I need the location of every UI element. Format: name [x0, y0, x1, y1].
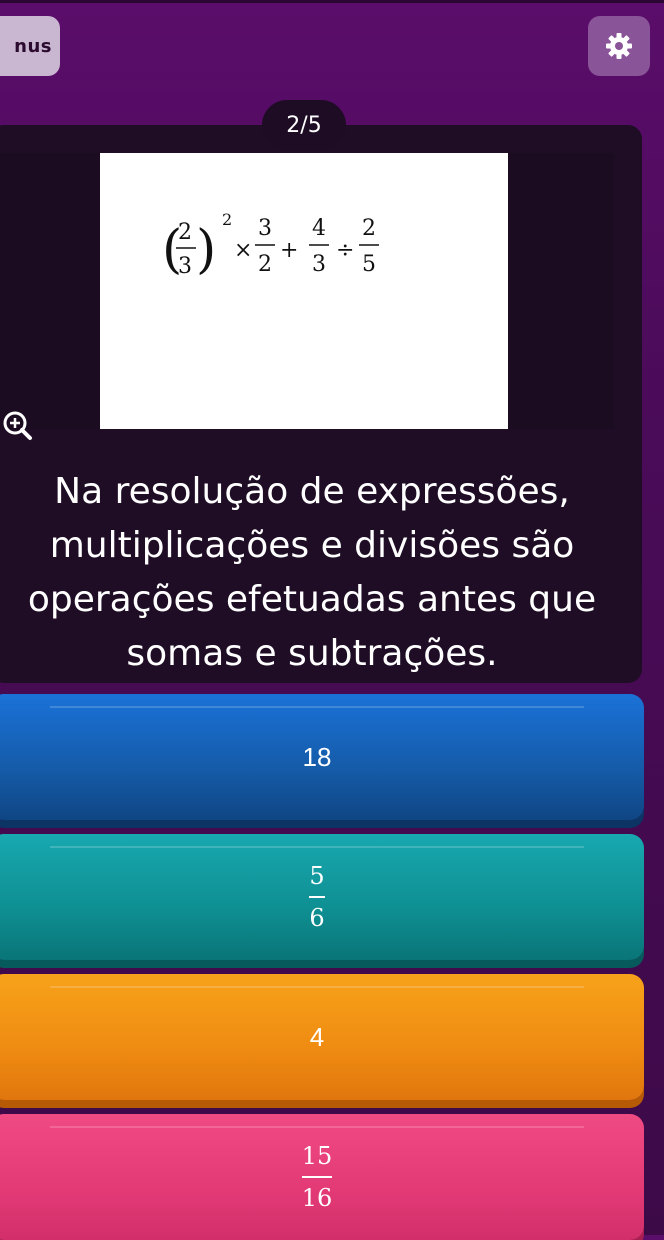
paren-right: )	[196, 220, 216, 280]
answer-sheen	[50, 706, 584, 708]
bonus-label: nus	[14, 35, 52, 57]
exponent: 2	[222, 210, 232, 229]
answer-label: 4	[309, 1021, 325, 1052]
operator-times: ×	[234, 238, 252, 263]
answer-label: 18	[302, 741, 332, 772]
zoom-in-icon	[3, 411, 32, 440]
answer-fraction: 5 6	[309, 862, 325, 932]
fraction-numerator: 15	[301, 1142, 333, 1171]
settings-button[interactable]	[588, 16, 650, 76]
answer-sheen	[50, 1126, 584, 1128]
f3-numerator: 2	[362, 216, 376, 241]
operator-divide: ÷	[336, 238, 354, 263]
answer-sheen	[50, 986, 584, 988]
math-expression: ( 2 3 ) 2 × 3 2 + 4 3 ÷ 2 5	[162, 210, 379, 280]
answer-sheen	[50, 846, 584, 848]
f1-numerator: 3	[258, 216, 272, 241]
answer-option-4[interactable]: 15 16	[0, 1114, 644, 1240]
answer-option-2[interactable]: 5 6	[0, 834, 644, 960]
f2-denominator: 3	[312, 252, 326, 277]
fraction-denominator: 6	[309, 903, 325, 932]
f2-numerator: 4	[312, 216, 326, 241]
fraction-numerator: 5	[309, 862, 325, 891]
top-divider	[0, 0, 664, 3]
base-numerator: 2	[178, 220, 192, 245]
zoom-button[interactable]	[0, 408, 36, 444]
question-card: ( 2 3 ) 2 × 3 2 + 4 3 ÷ 2 5 Na resolução…	[0, 125, 642, 683]
answer-option-1[interactable]: 18	[0, 694, 644, 820]
base-denominator: 3	[178, 254, 192, 279]
question-image[interactable]: ( 2 3 ) 2 × 3 2 + 4 3 ÷ 2 5	[100, 153, 508, 429]
question-text: Na resolução de expressões, multiplicaçõ…	[27, 471, 597, 674]
question-image-area: ( 2 3 ) 2 × 3 2 + 4 3 ÷ 2 5	[0, 153, 614, 440]
operator-plus: +	[280, 238, 298, 263]
f3-denominator: 5	[362, 252, 376, 277]
fraction-bar	[301, 1176, 333, 1178]
fraction-denominator: 16	[301, 1183, 333, 1212]
answer-option-3[interactable]: 4	[0, 974, 644, 1100]
fraction-bar	[309, 896, 325, 898]
bonus-button[interactable]: nus	[0, 16, 60, 76]
gear-icon	[606, 33, 632, 59]
f1-denominator: 2	[258, 252, 272, 277]
answer-fraction: 15 16	[301, 1142, 333, 1212]
question-counter: 2/5	[262, 100, 346, 150]
